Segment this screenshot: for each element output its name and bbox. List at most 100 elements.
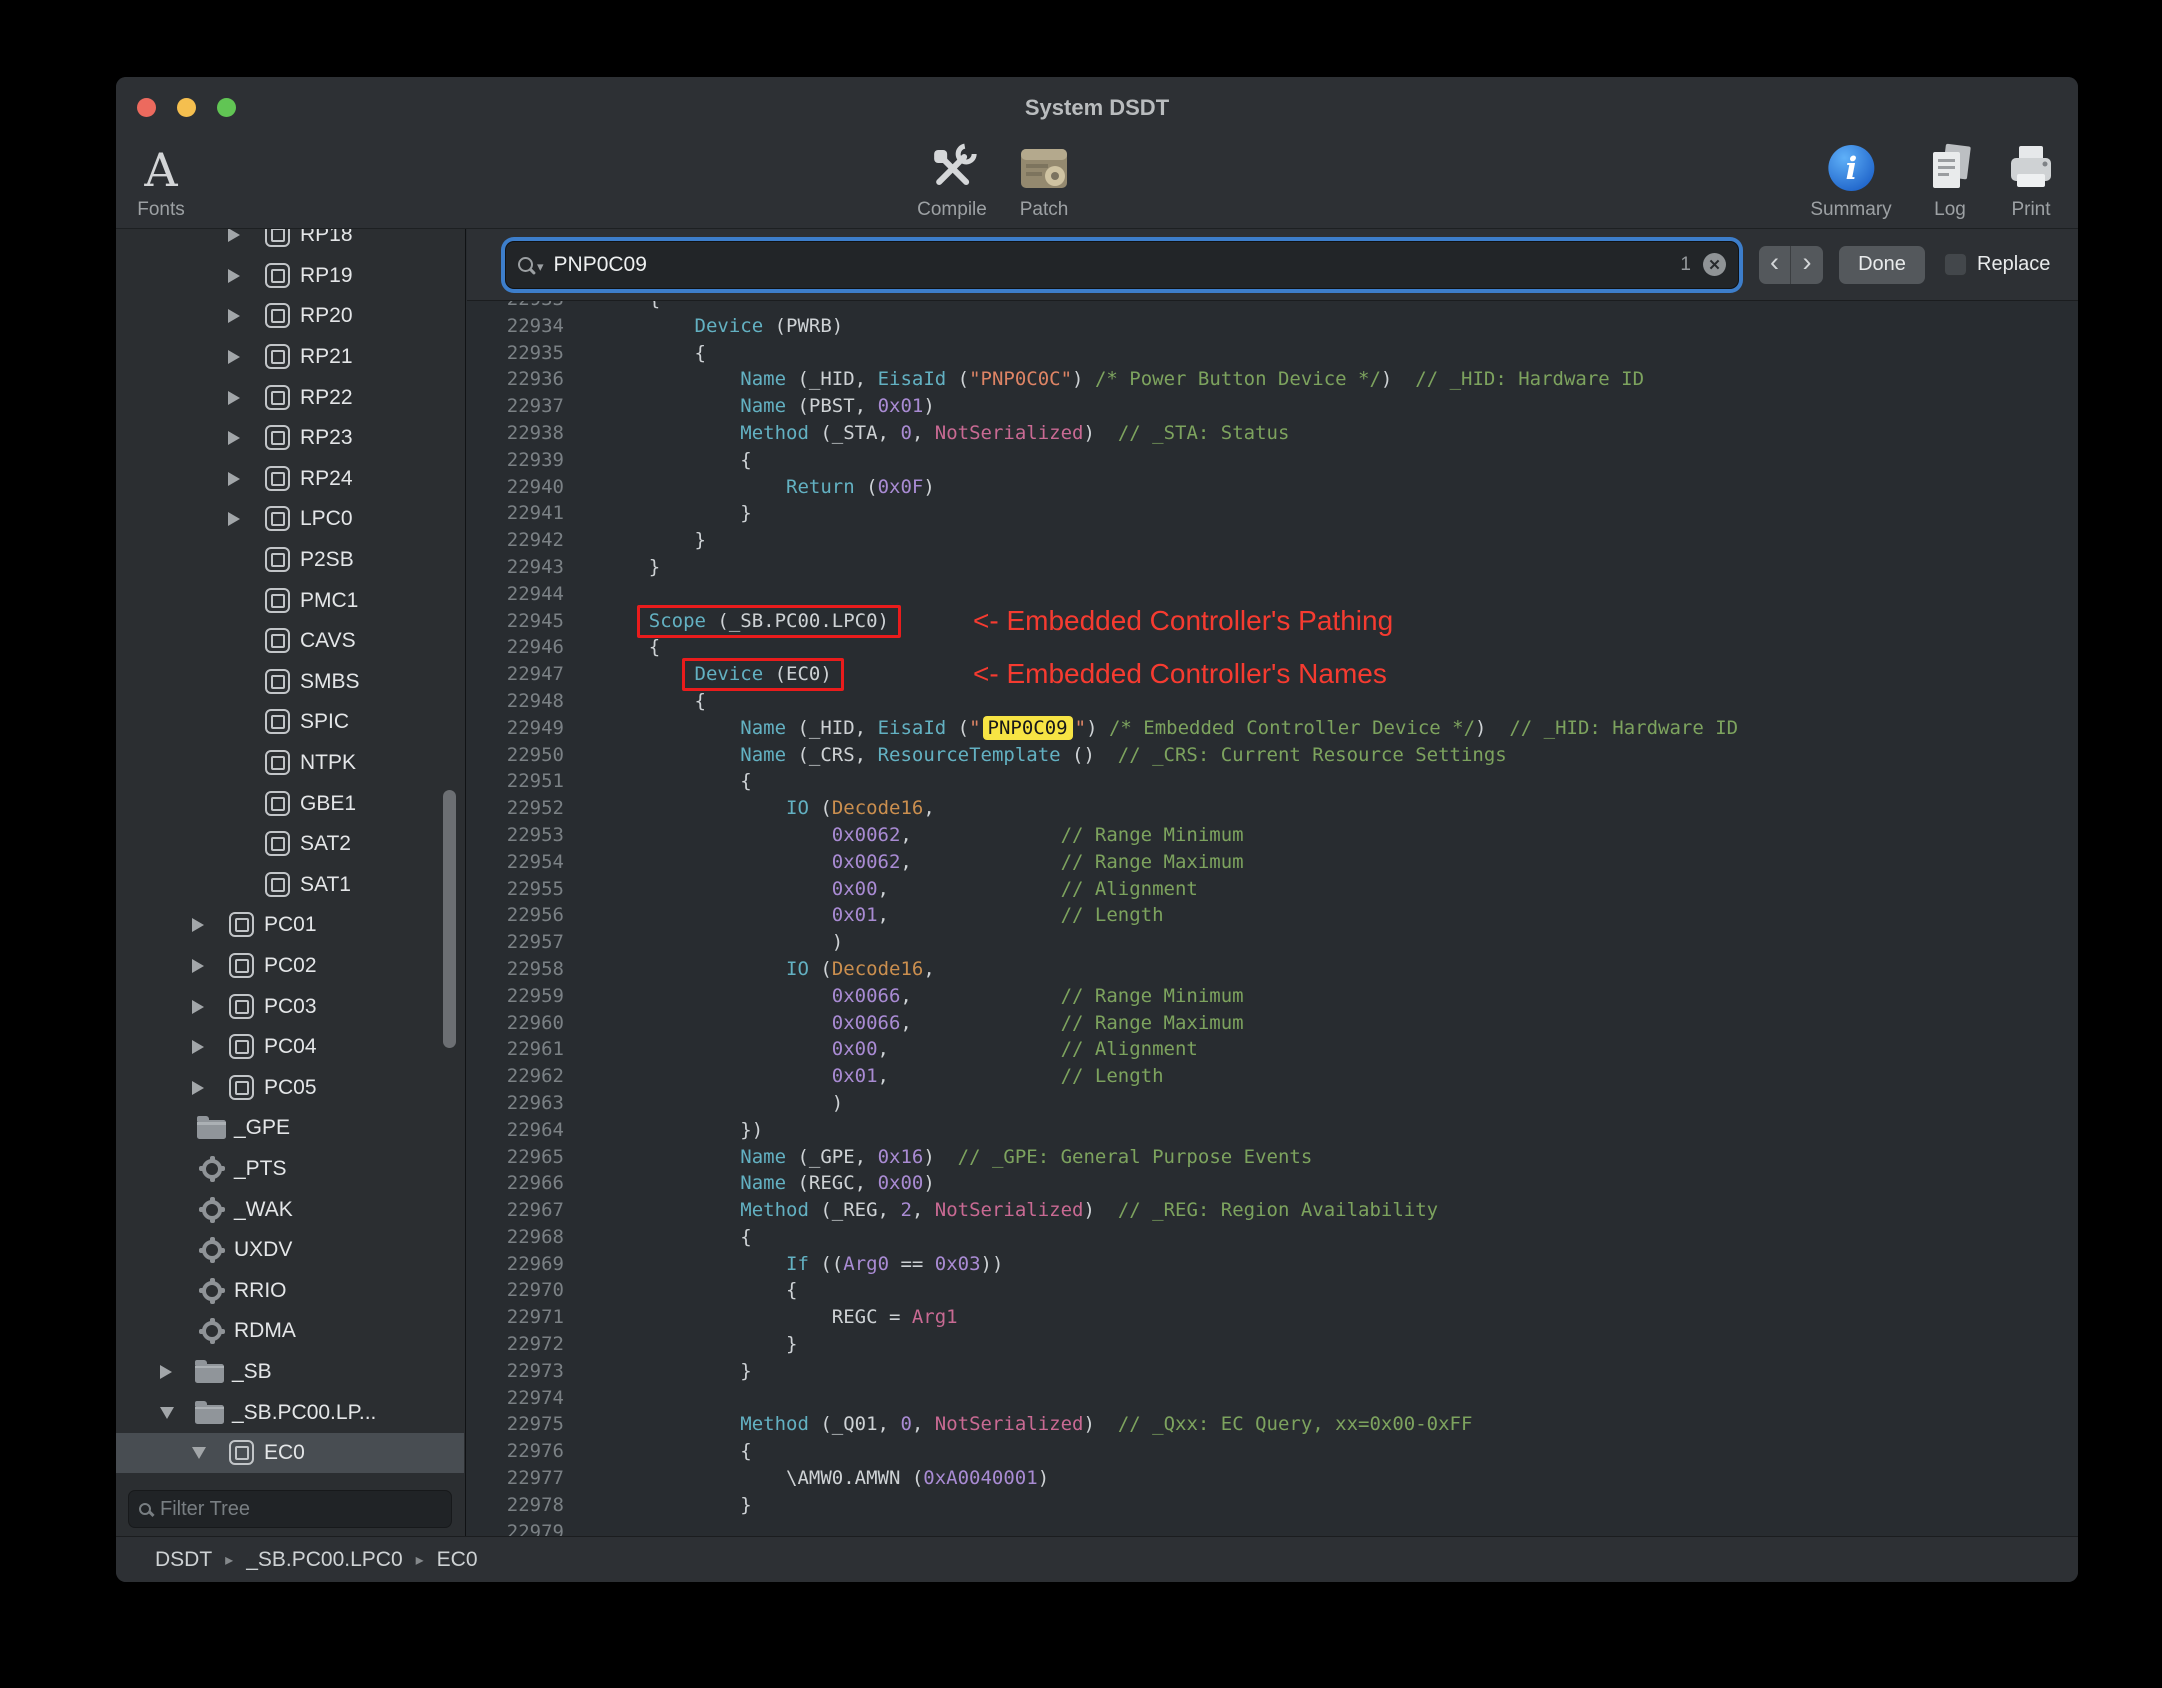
sidebar-item-rrio[interactable]: RRIO bbox=[116, 1270, 464, 1311]
line-number: 22947 bbox=[506, 663, 564, 686]
sidebar-item-p2sb[interactable]: P2SB bbox=[116, 540, 464, 581]
line-number: 22968 bbox=[506, 1225, 564, 1248]
sidebar-item-rp23[interactable]: RP23 bbox=[116, 418, 464, 459]
code-line-22971: 22971 REGC = Arg1 bbox=[467, 1304, 2078, 1331]
line-number: 22950 bbox=[506, 743, 564, 766]
device-icon bbox=[226, 910, 264, 940]
sidebar-item-rp22[interactable]: RP22 bbox=[116, 377, 464, 418]
disclosure-closed-icon[interactable] bbox=[228, 350, 262, 364]
disclosure-closed-icon[interactable] bbox=[228, 431, 262, 445]
disclosure-closed-icon[interactable] bbox=[228, 269, 262, 283]
device-icon bbox=[262, 626, 300, 656]
code-line-22950: 22950 Name (_CRS, ResourceTemplate () //… bbox=[467, 742, 2078, 769]
code-text: If ((Arg0 == 0x03)) bbox=[786, 1252, 1004, 1275]
disclosure-closed-icon[interactable] bbox=[192, 1040, 226, 1054]
sidebar-item-rp20[interactable]: RP20 bbox=[116, 296, 464, 337]
device-icon bbox=[262, 789, 300, 819]
sidebar-item-rp18[interactable]: RP18 bbox=[116, 229, 464, 256]
code-area[interactable]: 22933 {22934 Device (PWRB)22935 {22936 N… bbox=[467, 301, 2078, 1546]
sidebar-item-pc05[interactable]: PC05 bbox=[116, 1067, 464, 1108]
sidebar-item-sat1[interactable]: SAT1 bbox=[116, 865, 464, 906]
disclosure-open-icon[interactable] bbox=[160, 1407, 194, 1419]
filter-field[interactable] bbox=[128, 1490, 452, 1528]
disclosure-closed-icon[interactable] bbox=[192, 918, 226, 932]
sidebar-item-label: RDMA bbox=[234, 1319, 296, 1343]
disclosure-open-icon[interactable] bbox=[192, 1447, 226, 1459]
sidebar-item-label: PC02 bbox=[264, 953, 317, 977]
line-number: 22948 bbox=[506, 689, 564, 712]
disclosure-closed-icon[interactable] bbox=[160, 1365, 194, 1379]
search-field[interactable]: ▾ 1 ✕ bbox=[506, 241, 1738, 288]
sidebar-item-pc04[interactable]: PC04 bbox=[116, 1027, 464, 1068]
disclosure-closed-icon[interactable] bbox=[228, 391, 262, 405]
sidebar-item-ec0[interactable]: EC0 bbox=[116, 1432, 464, 1474]
sidebar-item-uxdv[interactable]: UXDV bbox=[116, 1230, 464, 1271]
sidebar-item-ntpk[interactable]: NTPK bbox=[116, 743, 464, 784]
sidebar-item-pc01[interactable]: PC01 bbox=[116, 905, 464, 946]
sidebar-item-label: _SB.PC00.LP... bbox=[232, 1400, 377, 1424]
sidebar-item-spic[interactable]: SPIC bbox=[116, 702, 464, 743]
disclosure-closed-icon[interactable] bbox=[228, 309, 262, 323]
filter-tree-input[interactable] bbox=[160, 1497, 441, 1521]
method-icon bbox=[196, 1195, 234, 1225]
line-number: 22965 bbox=[506, 1145, 564, 1168]
sidebar-item-cavs[interactable]: CAVS bbox=[116, 621, 464, 662]
sidebar-item-rp21[interactable]: RP21 bbox=[116, 337, 464, 378]
sidebar-scrollbar[interactable] bbox=[443, 790, 456, 1048]
device-icon bbox=[262, 423, 300, 453]
line-number: 22936 bbox=[506, 368, 564, 391]
find-previous-button[interactable]: ‹ bbox=[1759, 245, 1791, 284]
sidebar-item-pmc1[interactable]: PMC1 bbox=[116, 580, 464, 621]
disclosure-closed-icon[interactable] bbox=[228, 472, 262, 486]
sidebar-item-gbe1[interactable]: GBE1 bbox=[116, 783, 464, 824]
line-number: 22946 bbox=[506, 636, 564, 659]
disclosure-closed-icon[interactable] bbox=[228, 512, 262, 526]
search-options-chevron-icon[interactable]: ▾ bbox=[537, 259, 544, 275]
breadcrumb-dsdt[interactable]: DSDT bbox=[155, 1548, 212, 1572]
print-toolbar-button[interactable]: Print bbox=[2003, 141, 2059, 221]
sidebar-item-pc03[interactable]: PC03 bbox=[116, 986, 464, 1027]
sidebar-item-lpc0[interactable]: LPC0 bbox=[116, 499, 464, 540]
line-number: 22951 bbox=[506, 770, 564, 793]
titlebar[interactable]: System DSDT bbox=[116, 77, 2078, 139]
line-number: 22963 bbox=[506, 1091, 564, 1114]
log-toolbar-button[interactable]: Log bbox=[1923, 141, 1977, 221]
clear-search-icon[interactable]: ✕ bbox=[1703, 253, 1726, 276]
disclosure-closed-icon[interactable] bbox=[192, 1081, 226, 1095]
device-icon bbox=[262, 870, 300, 900]
sidebar-item-_sb-pc00-lp-[interactable]: _SB.PC00.LP... bbox=[116, 1392, 464, 1433]
compile-toolbar-button[interactable]: Compile bbox=[917, 141, 987, 221]
find-nav-buttons: ‹ › bbox=[1759, 245, 1823, 284]
compile-tools-icon bbox=[925, 141, 979, 200]
patch-toolbar-button[interactable]: Patch bbox=[1018, 141, 1070, 221]
code-line-22941: 22941 } bbox=[467, 500, 2078, 527]
code-line-22954: 22954 0x0062, // Range Maximum bbox=[467, 849, 2078, 876]
done-button[interactable]: Done bbox=[1839, 245, 1925, 284]
find-next-button[interactable]: › bbox=[1791, 245, 1823, 284]
breadcrumb-device[interactable]: EC0 bbox=[437, 1548, 478, 1572]
disclosure-closed-icon[interactable] bbox=[192, 1000, 226, 1014]
sidebar-item-_sb[interactable]: _SB bbox=[116, 1352, 464, 1393]
code-line-22959: 22959 0x0066, // Range Minimum bbox=[467, 983, 2078, 1010]
sidebar-item-rdma[interactable]: RDMA bbox=[116, 1311, 464, 1352]
sidebar-item-_pts[interactable]: _PTS bbox=[116, 1149, 464, 1190]
summary-toolbar-button[interactable]: i Summary bbox=[1810, 141, 1892, 221]
fonts-toolbar-button[interactable]: A Fonts bbox=[137, 141, 185, 221]
device-icon bbox=[262, 261, 300, 291]
disclosure-closed-icon[interactable] bbox=[192, 959, 226, 973]
replace-checkbox[interactable] bbox=[1944, 253, 1967, 276]
sidebar-item-_gpe[interactable]: _GPE bbox=[116, 1108, 464, 1149]
device-icon bbox=[262, 545, 300, 575]
breadcrumb-scope[interactable]: _SB.PC00.LPC0 bbox=[246, 1548, 402, 1572]
sidebar-item-_wak[interactable]: _WAK bbox=[116, 1189, 464, 1230]
disclosure-closed-icon[interactable] bbox=[228, 229, 262, 242]
sidebar-item-smbs[interactable]: SMBS bbox=[116, 662, 464, 703]
code-text: 0x01, // Length bbox=[831, 904, 1164, 927]
sidebar-item-sat2[interactable]: SAT2 bbox=[116, 824, 464, 865]
sidebar-item-pc02[interactable]: PC02 bbox=[116, 946, 464, 987]
sidebar-item-rp24[interactable]: RP24 bbox=[116, 459, 464, 500]
search-input[interactable] bbox=[553, 252, 1681, 277]
line-number: 22974 bbox=[506, 1386, 564, 1409]
code-line-22949: 22949 Name (_HID, EisaId (" PNP0C09 ") /* … bbox=[467, 715, 2078, 742]
sidebar-item-rp19[interactable]: RP19 bbox=[116, 256, 464, 297]
